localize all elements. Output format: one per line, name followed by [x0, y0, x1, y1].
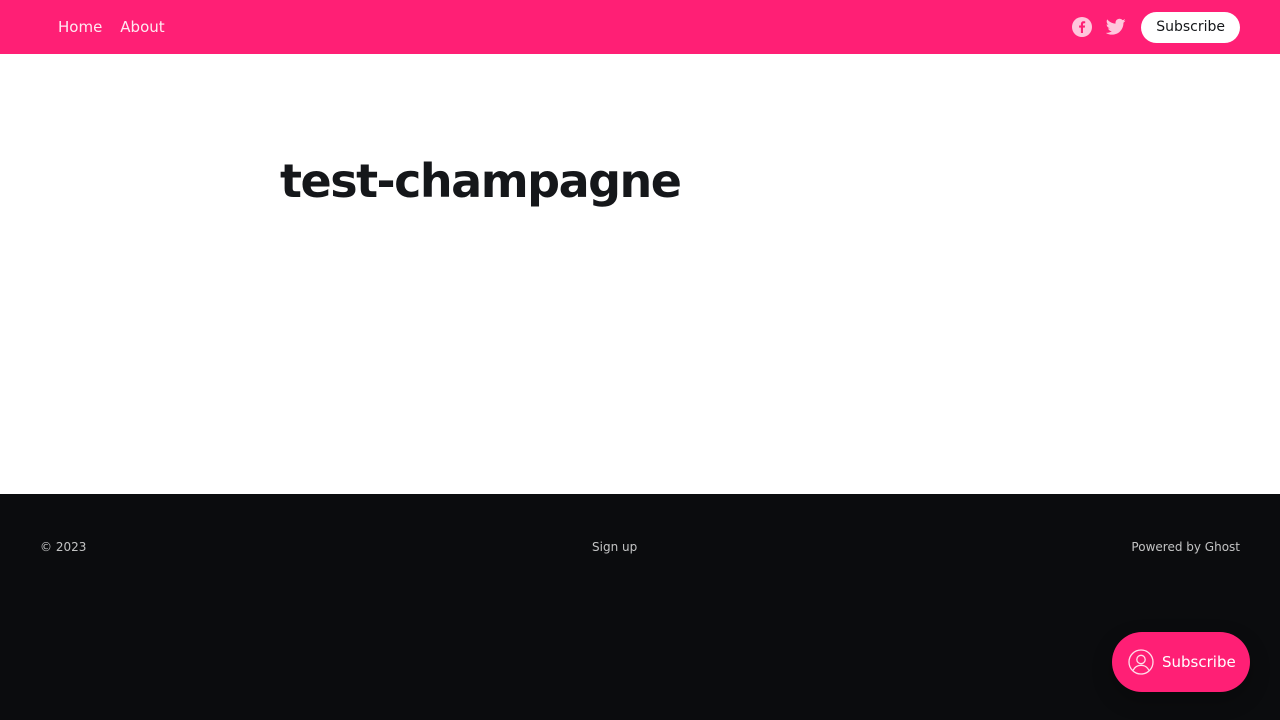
site-footer: © 2023 Sign up Powered by Ghost	[0, 494, 1280, 720]
page-title: test-champagne	[280, 154, 682, 208]
powered-by-prefix: Powered by	[1131, 540, 1205, 554]
facebook-icon[interactable]	[1071, 16, 1093, 38]
ghost-link[interactable]: Ghost	[1205, 540, 1240, 554]
nav-item-home[interactable]: Home	[58, 18, 102, 36]
footer-copyright: © 2023	[40, 540, 87, 554]
user-circle-icon	[1128, 649, 1154, 675]
header-actions: Subscribe	[1071, 0, 1240, 54]
nav-item-about[interactable]: About	[120, 18, 164, 36]
primary-nav: Home About	[58, 0, 165, 54]
twitter-icon[interactable]	[1105, 16, 1127, 38]
main-content: test-champagne	[0, 54, 1280, 494]
portal-subscribe-label: Subscribe	[1162, 653, 1236, 671]
footer-powered-by: Powered by Ghost	[1131, 540, 1240, 554]
subscribe-button[interactable]: Subscribe	[1141, 11, 1240, 43]
footer-signup-link[interactable]: Sign up	[592, 540, 637, 554]
site-header: Home About Subscribe	[0, 0, 1280, 54]
portal-subscribe-button[interactable]: Subscribe	[1112, 632, 1250, 692]
